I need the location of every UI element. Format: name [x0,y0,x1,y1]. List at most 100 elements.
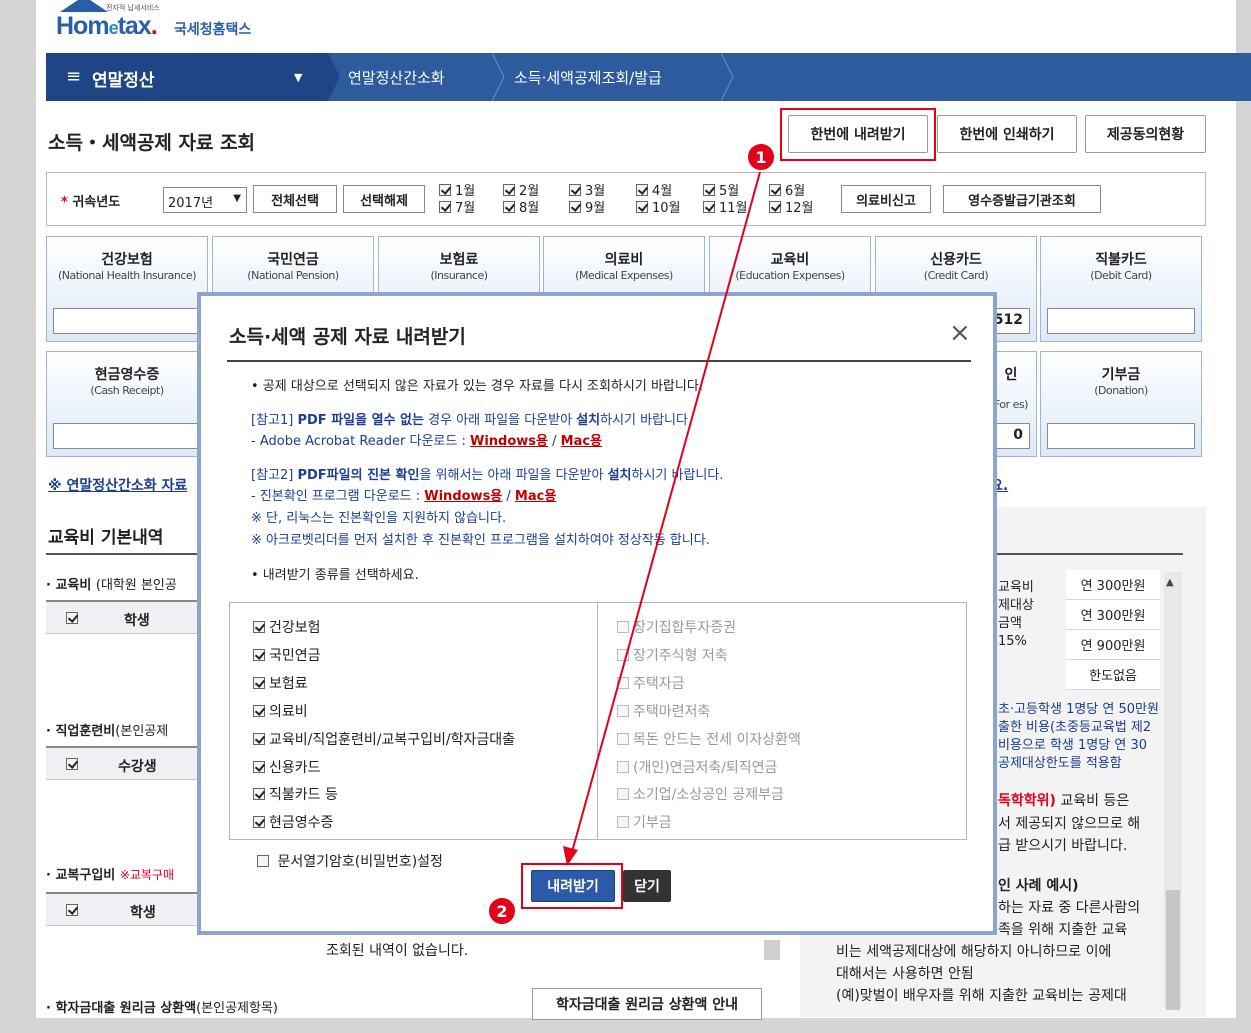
scroll-up-icon[interactable]: ▲ [1166,577,1174,588]
panel-scrollbar-thumb[interactable] [1166,890,1180,1010]
option-small-business-fund: 소기업/소상공인 공제부금 [617,785,784,805]
close-button[interactable]: 닫기 [623,870,671,902]
install-order-note: ※ 아크로벳리더를 먼저 설치한 후 진본확인 프로그램을 설치하여야 정상작동… [251,533,710,548]
card-subtitle: (National Pension) [247,269,339,282]
year-label: * 귀속년도 [61,195,121,210]
month-checkbox[interactable]: 5월 [703,183,739,200]
card-title: 기부금 [1101,367,1141,383]
option-housing-fund: 주택자금 [617,674,685,694]
month-checkbox[interactable]: 12월 [769,200,814,217]
month-checkbox[interactable]: 2월 [503,183,539,200]
hamburger-icon[interactable]: ≡ [66,66,81,87]
highlight-box-download [521,863,623,909]
panel-blue-text: 공제대상한도를 적용함 [998,756,1122,771]
menu-dropdown[interactable]: ≡ 연말정산 ▼ [46,53,328,101]
checkbox-checked-icon [253,705,265,717]
card-value-field[interactable] [1047,308,1195,334]
breadcrumb-year-end-simplified[interactable]: 연말정산간소화 [348,67,445,88]
select-all-checkbox[interactable] [66,612,78,624]
select-all-checkbox[interactable] [66,758,78,770]
option-health-insurance[interactable]: 건강보험 [253,618,321,638]
option-pension-savings: (개인)연금저축/퇴직연금 [617,758,777,778]
card-subtitle: (National Health Insurance) [57,269,197,282]
student-loan-guide-button[interactable]: 학자금대출 원리금 상환액 안내 [532,988,762,1020]
receipt-issuer-inquiry-button[interactable]: 영수증발급기관조회 [943,185,1101,213]
education-section-heading: 교육비 기본내역 [48,528,164,548]
close-icon[interactable]: × [949,318,971,348]
breadcrumb-deduction-inquiry[interactable]: 소득·세액공제조회/발급 [514,67,662,88]
year-select[interactable]: 2017년 ▼ [163,187,247,213]
verify-program-download-line: - 진본확인 프로그램 다운로드 : Windows용 / Mac용 [251,489,557,504]
card-donation[interactable]: 기부금 (Donation) [1040,351,1202,457]
card-title: 의료비 [604,252,644,268]
checkbox-disabled-icon [617,733,629,745]
page: 전자적 납세서비스 Hometax. 국세청홈택스 ≡ 연말정산 ▼ 연말정산간… [0,0,1251,1033]
checkbox-disabled-icon [617,761,629,773]
card-health-insurance[interactable]: 건강보험 (National Health Insurance) [46,236,208,342]
medical-report-button[interactable]: 의료비신고 [841,185,931,213]
month-checkbox[interactable]: 6월 [769,183,805,200]
verify-mac-link[interactable]: Mac용 [515,489,556,504]
checkbox-checked-icon [503,184,515,196]
adobe-download-line: - Adobe Acrobat Reader 다운로드 : Windows용 /… [251,434,603,449]
column-header-student: 학생 [130,905,156,921]
vocational-training-heading: · 직업훈련비(본인공제 [46,724,169,739]
month-checkbox[interactable]: 4월 [636,183,672,200]
adobe-mac-link[interactable]: Mac용 [561,434,602,449]
step-badge-1: 1 [746,142,776,172]
month-checkbox[interactable]: 7월 [439,200,475,217]
card-value-field[interactable] [1047,423,1195,449]
select-all-button[interactable]: 전체선택 [253,185,337,213]
card-title: 건강보험 [101,252,153,268]
month-checkbox[interactable]: 3월 [569,183,605,200]
month-checkbox[interactable]: 10월 [636,200,681,217]
deselect-button[interactable]: 선택해제 [343,185,425,213]
month-checkbox[interactable]: 8월 [503,200,539,217]
option-credit-card[interactable]: 신용카드 [253,758,321,778]
option-long-term-fund: 장기집합투자증권 [617,618,736,638]
option-education[interactable]: 교육비/직업훈련비/교복구입비/학자금대출 [253,730,515,750]
option-national-pension[interactable]: 국민연금 [253,646,321,666]
verify-windows-link[interactable]: Windows용 [424,489,502,504]
panel-note-line: 독학학위) 교육비 등은 [998,793,1130,809]
password-setting-option[interactable]: 문서열기암호(비밀번호)설정 [257,852,443,872]
print-all-button[interactable]: 한번에 인쇄하기 [937,115,1077,153]
card-value-field[interactable] [53,423,201,449]
month-checkbox[interactable]: 9월 [569,200,605,217]
checkbox-disabled-icon [617,788,629,800]
card-subtitle: (Credit Card) [923,269,989,282]
panel-blue-text: 초·고등학생 1명당 연 50만원 [998,702,1159,717]
reference-1-title: [참고1] PDF 파일을 열수 없는 경우 아래 파일을 다운받아 설치하시기… [251,413,693,428]
panel-example-line: (예)맞벌이 배우자를 위해 지출한 교육비는 공제대 [836,988,1127,1004]
option-insurance[interactable]: 보험료 [253,674,308,694]
option-housing-savings: 주택마련저축 [617,702,710,722]
logo-korean: 국세청홈택스 [174,22,252,38]
card-cash-receipt[interactable]: 현금영수증 (Cash Receipt) [46,351,208,457]
checkbox-checked-icon [253,816,265,828]
option-cash-receipt[interactable]: 현금영수증 [253,813,333,833]
checkbox-disabled-icon [617,816,629,828]
main-nav-bar: ≡ 연말정산 ▼ 연말정산간소화 소득·세액공제조회/발급 [46,53,1251,101]
checkbox-checked-icon [769,184,781,196]
card-debit-card[interactable]: 직불카드 (Debit Card) [1040,236,1202,342]
caret-down-icon[interactable]: ▼ [294,71,302,84]
panel-divider [990,553,1183,555]
adobe-windows-link[interactable]: Windows용 [470,434,548,449]
select-all-checkbox[interactable] [66,904,78,916]
student-loan-heading: · 학자금대출 원리금 상환액(본인공제항목) [46,1001,278,1016]
option-medical[interactable]: 의료비 [253,702,308,722]
consent-status-button[interactable]: 제공동의현황 [1085,115,1206,153]
breadcrumb-separator-icon [721,53,734,101]
card-value-field[interactable] [53,308,201,334]
option-debit-card[interactable]: 직불카드 등 [253,785,338,805]
checkbox-checked-icon [703,201,715,213]
month-checkbox[interactable]: 11월 [703,200,748,217]
checkbox-checked-icon [253,761,265,773]
simplified-data-notice-link[interactable]: ※ 연말정산간소화 자료 [48,475,187,495]
table-scrollbar[interactable] [764,940,780,960]
checkbox-checked-icon [253,733,265,745]
dialog-divider [227,360,971,362]
month-checkbox[interactable]: 1월 [439,183,475,200]
checkbox-checked-icon [253,621,265,633]
select-type-prompt: • 내려받기 종류를 선택하세요. [251,568,419,583]
